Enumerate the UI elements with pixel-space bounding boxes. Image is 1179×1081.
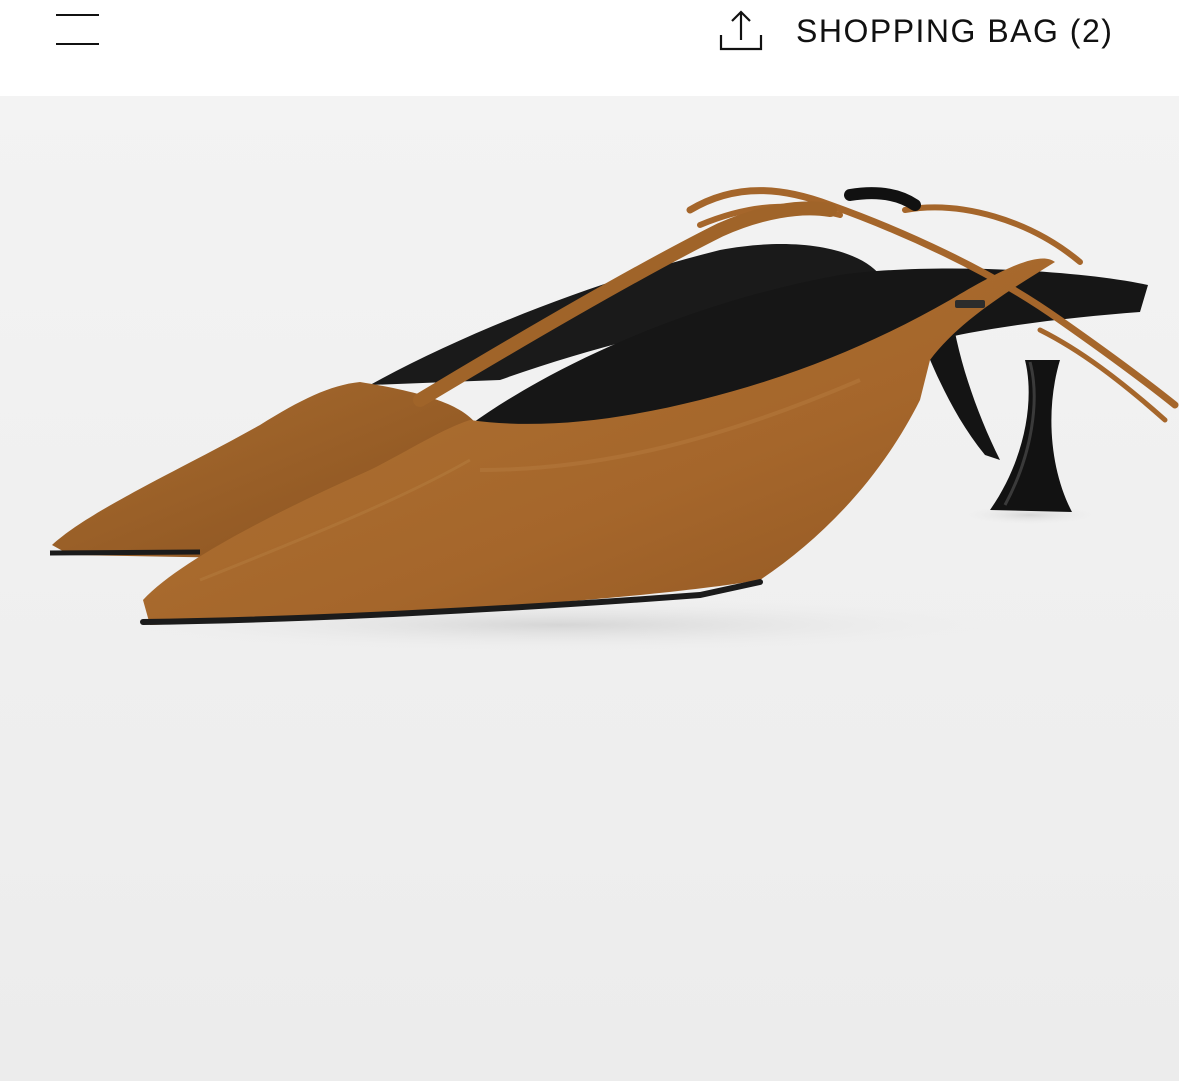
shopping-bag-button[interactable]: SHOPPING BAG (2) [796, 8, 1113, 54]
menu-icon [56, 14, 99, 16]
share-icon [719, 10, 763, 51]
top-bar: SHOPPING BAG (2) [0, 0, 1179, 96]
shoe-photo [0, 96, 1179, 1081]
menu-button[interactable] [50, 6, 106, 56]
share-button[interactable] [712, 2, 770, 58]
menu-icon-lower-bar [56, 43, 99, 45]
product-image[interactable] [0, 96, 1179, 1081]
